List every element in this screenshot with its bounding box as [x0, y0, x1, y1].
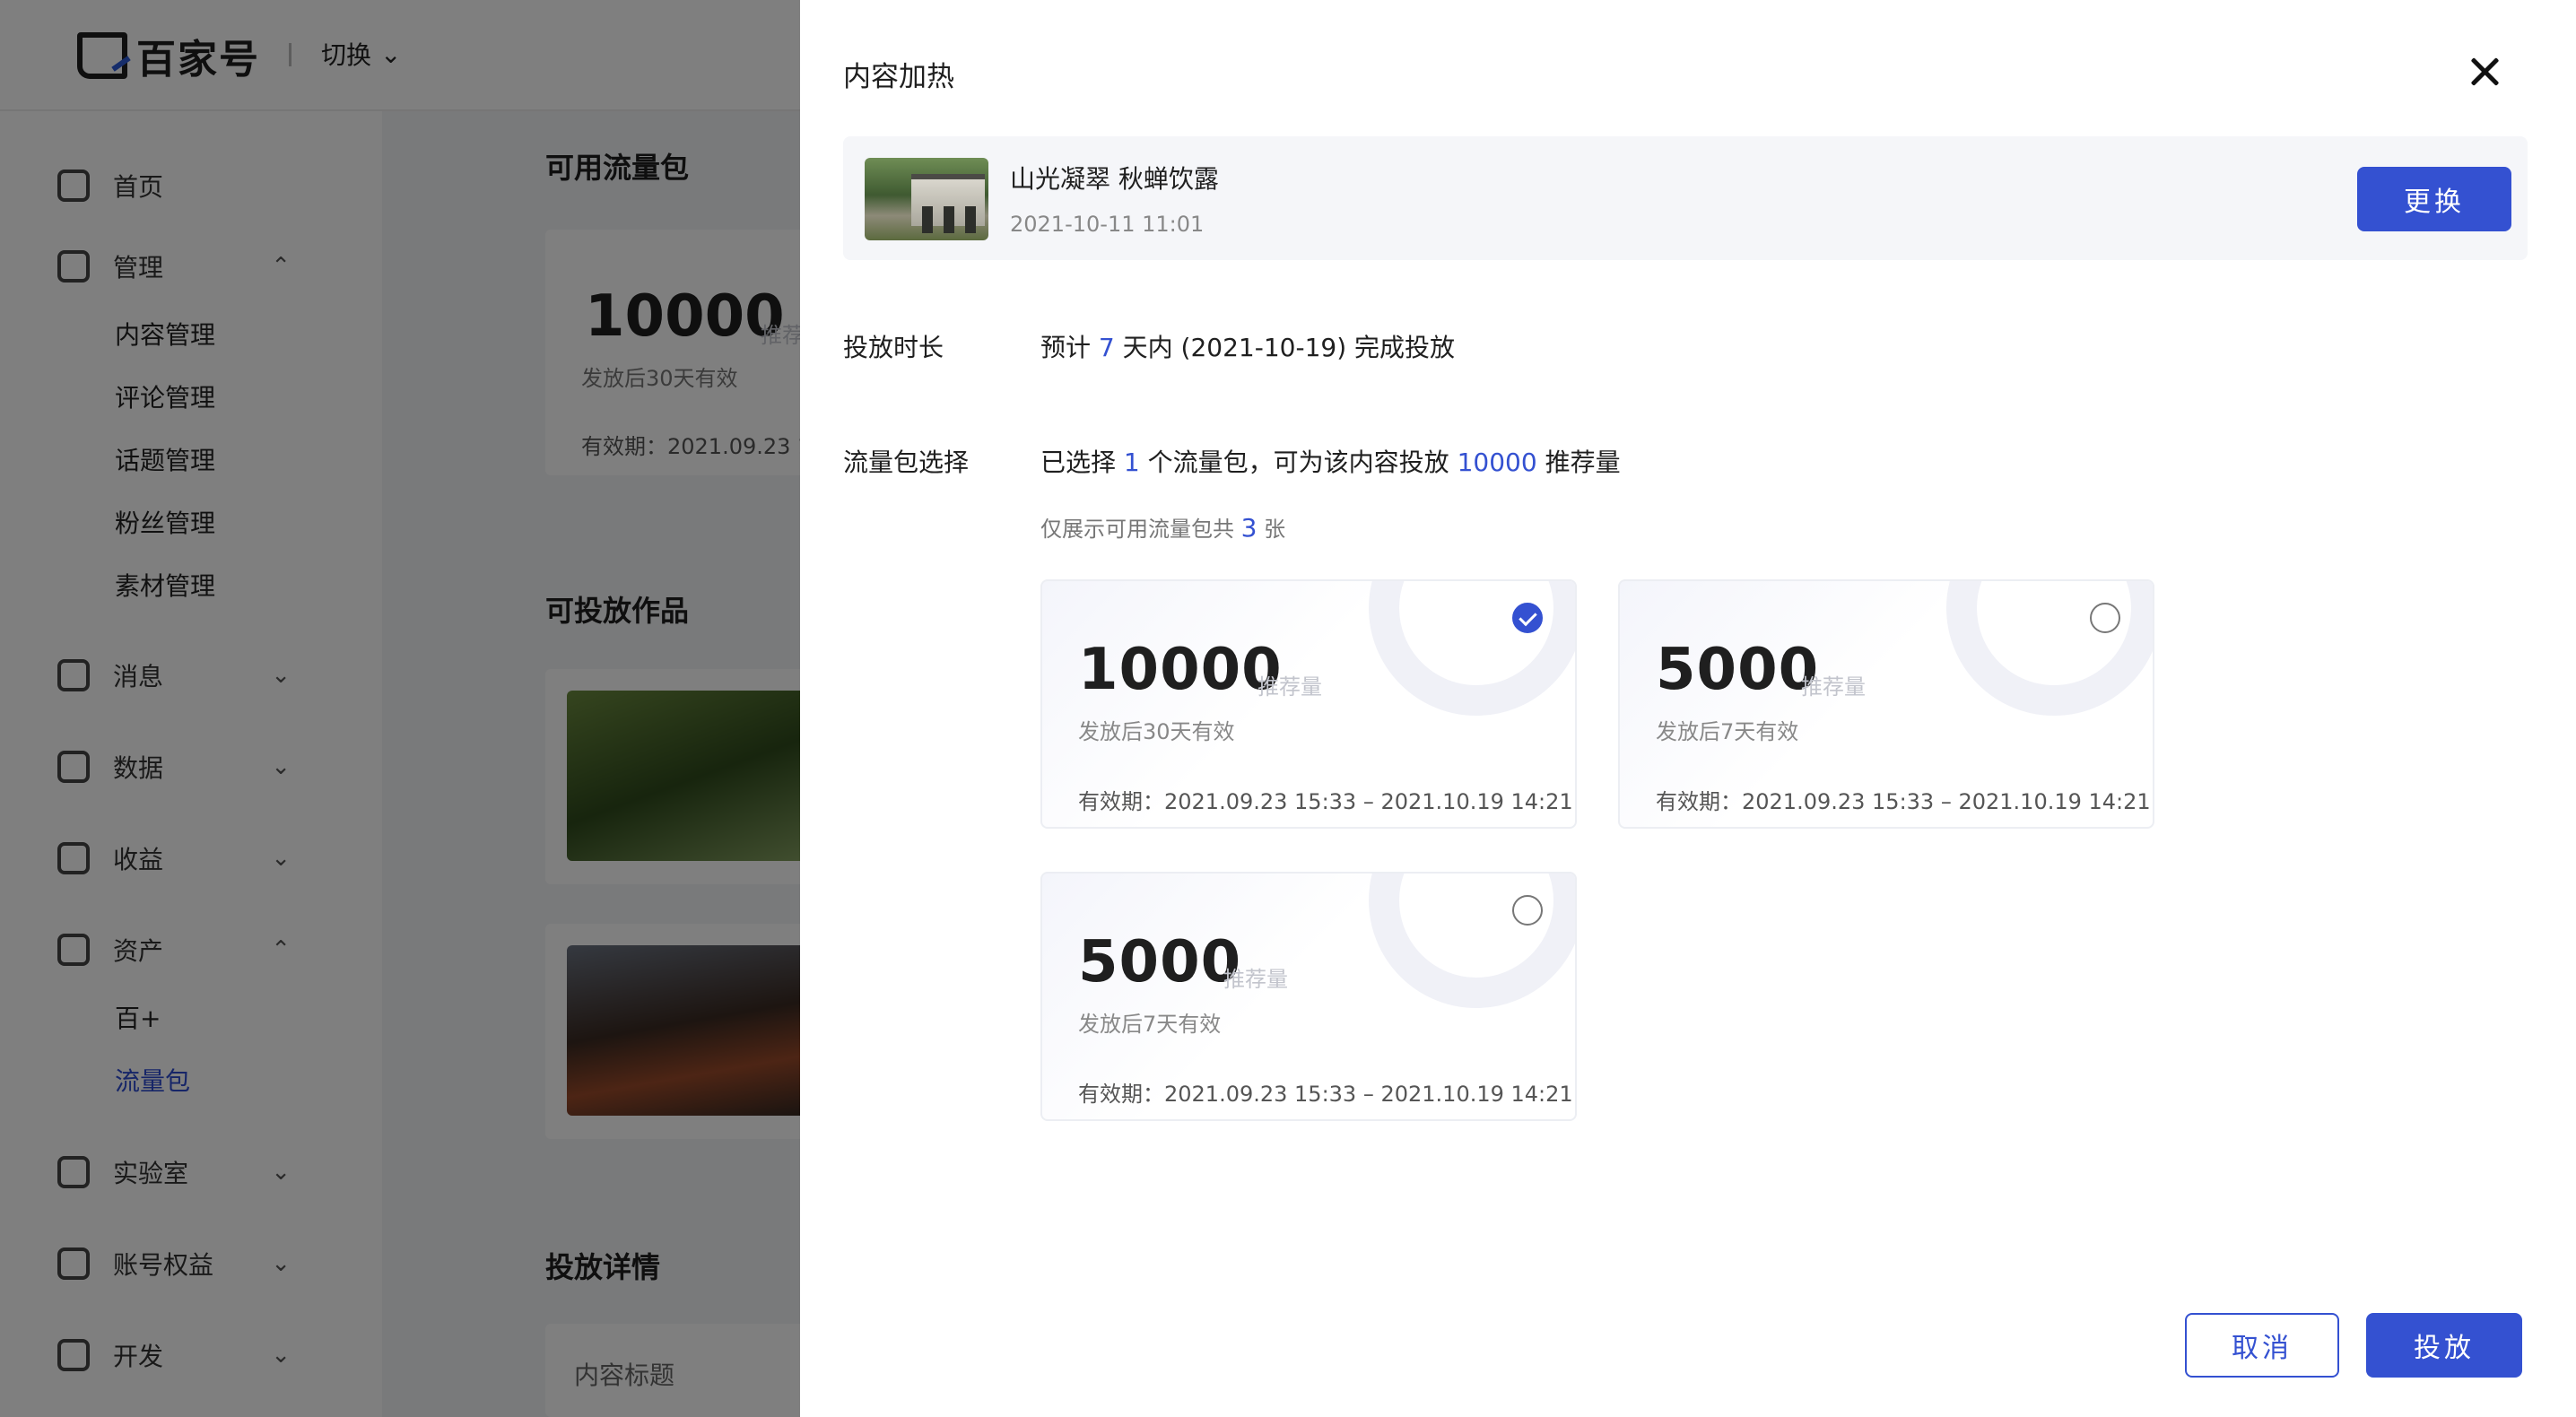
- summary-count: 1: [1123, 448, 1140, 477]
- package-card[interactable]: 5000 推荐量 发放后7天有效 有效期：2021.09.23 15:33 – …: [1040, 872, 1577, 1121]
- package-valid: 发放后30天有效: [1078, 719, 1235, 744]
- close-icon[interactable]: [2468, 56, 2501, 88]
- package-period: 有效期：2021.09.23 15:33 – 2021.10.19 14:21: [1078, 1082, 1573, 1107]
- package-card[interactable]: 10000 推荐量 发放后30天有效 有效期：2021.09.23 15:33 …: [1040, 579, 1577, 829]
- package-select-label: 流量包选择: [843, 448, 970, 477]
- check-icon[interactable]: [1512, 603, 1543, 633]
- thumbnail-window: [922, 206, 933, 233]
- submit-boost-button[interactable]: 投放: [2366, 1313, 2522, 1378]
- hint-suffix: 张: [1264, 517, 1286, 542]
- summary-amount: 10000: [1457, 448, 1537, 477]
- package-amount: 5000: [1078, 929, 1242, 995]
- work-date: 2021-10-11 11:01: [1010, 212, 1205, 237]
- package-unit: 推荐量: [1223, 967, 1288, 992]
- work-title: 山光凝翠 秋蝉饮露: [1010, 164, 1219, 194]
- duration-suffix: 天内 (2021-10-19) 完成投放: [1122, 333, 1456, 362]
- thumbnail-window: [944, 206, 954, 233]
- thumbnail-window: [965, 206, 976, 233]
- package-amount: 5000: [1656, 637, 1820, 703]
- duration-days: 7: [1098, 333, 1115, 362]
- summary-middle: 个流量包，可为该内容投放: [1147, 448, 1449, 477]
- work-thumbnail: [865, 158, 988, 240]
- duration-text: 预计 7 天内 (2021-10-19) 完成投放: [1040, 328, 1455, 364]
- decoration-circle: [1369, 874, 1575, 1008]
- package-valid: 发放后7天有效: [1078, 1012, 1222, 1037]
- boost-drawer: 内容加热 山光凝翠 秋蝉饮露 2021-10-11 11:01 更换 投放时长 …: [800, 0, 2576, 1417]
- cancel-button[interactable]: 取消: [2185, 1313, 2339, 1378]
- decoration-circle: [1946, 581, 2153, 716]
- thumbnail-house-shape: [911, 174, 985, 233]
- radio-icon[interactable]: [2090, 603, 2120, 633]
- app-root: 百家号 切换 ⌄ 首页 管理⌃ 内容管理 评论管理 话题管理 粉丝管理 素材管理…: [0, 0, 2576, 1417]
- decoration-circle: [1369, 581, 1575, 716]
- package-card[interactable]: 5000 推荐量 发放后7天有效 有效期：2021.09.23 15:33 – …: [1618, 579, 2154, 829]
- hint-count: 3: [1240, 513, 1258, 543]
- change-work-button[interactable]: 更换: [2357, 167, 2511, 231]
- package-select-summary: 已选择 1 个流量包，可为该内容投放 10000 推荐量: [1040, 443, 1621, 479]
- radio-icon[interactable]: [1512, 895, 1543, 926]
- drawer-title: 内容加热: [843, 61, 954, 93]
- package-hint: 仅展示可用流量包共 3 张: [1040, 511, 1285, 543]
- package-unit: 推荐量: [1801, 674, 1866, 700]
- hint-prefix: 仅展示可用流量包共: [1040, 517, 1234, 542]
- duration-prefix: 预计: [1040, 333, 1092, 362]
- package-unit: 推荐量: [1258, 674, 1322, 700]
- selected-work: 山光凝翠 秋蝉饮露 2021-10-11 11:01 更换: [843, 136, 2528, 260]
- summary-prefix: 已选择: [1040, 448, 1117, 477]
- package-amount: 10000: [1078, 637, 1283, 703]
- summary-suffix: 推荐量: [1545, 448, 1621, 477]
- package-period: 有效期：2021.09.23 15:33 – 2021.10.19 14:21: [1078, 789, 1573, 814]
- duration-label: 投放时长: [843, 333, 944, 362]
- package-period: 有效期：2021.09.23 15:33 – 2021.10.19 14:21: [1656, 789, 2151, 814]
- package-valid: 发放后7天有效: [1656, 719, 1799, 744]
